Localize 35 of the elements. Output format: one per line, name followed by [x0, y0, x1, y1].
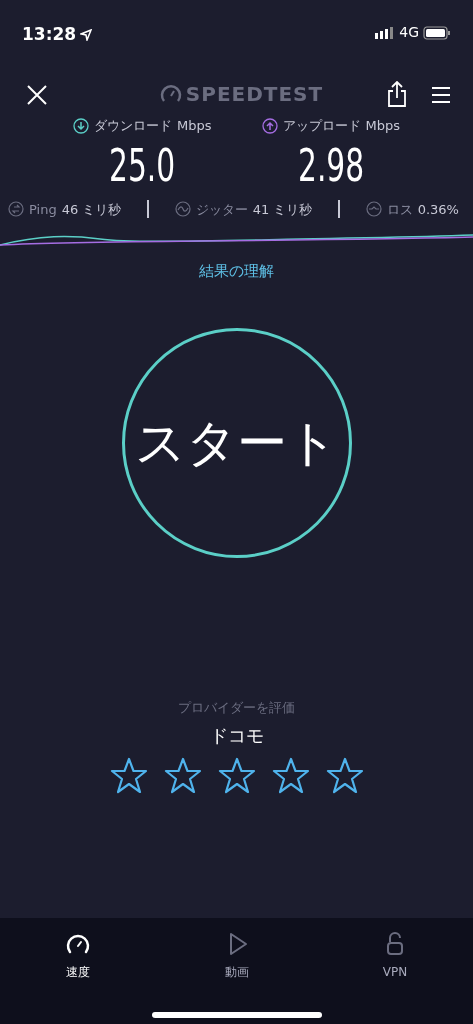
loss-value: 0.36%: [417, 200, 459, 219]
location-arrow-icon: [80, 28, 93, 41]
share-button[interactable]: [387, 81, 407, 107]
network-label: 4G: [399, 23, 419, 42]
upload-unit: Mbps: [365, 117, 400, 135]
tab-button[interactable]: 動画: [186, 930, 287, 982]
signal-icon: [375, 26, 396, 39]
tab-button[interactable]: 速度: [28, 930, 128, 982]
jitter-icon: [174, 201, 191, 218]
star-button[interactable]: [217, 756, 256, 795]
download-label: ダウンロード: [94, 117, 172, 135]
tab-button[interactable]: VPN: [345, 930, 445, 982]
download-unit: Mbps: [177, 117, 212, 135]
star-button[interactable]: [271, 756, 310, 795]
loss-icon: [365, 201, 382, 218]
upload-label: アップロード: [282, 117, 361, 135]
battery-icon: [423, 25, 451, 40]
jitter-label: ジッター: [195, 200, 248, 219]
clock-time: 13:28: [22, 23, 77, 46]
close-button[interactable]: [26, 82, 48, 106]
provider-name: ドコモ: [209, 723, 264, 748]
star-button[interactable]: [109, 756, 148, 795]
results-link[interactable]: 結果の理解: [199, 262, 274, 280]
download-speed: 25.0: [109, 143, 176, 188]
ping-value: 46 ミリ秒: [61, 200, 122, 219]
ping-label: Ping: [29, 200, 57, 219]
star-button[interactable]: [163, 756, 202, 795]
start-button[interactable]: スタート: [121, 328, 352, 558]
loss-label: ロス: [386, 200, 413, 219]
ping-icon: [8, 201, 24, 218]
app-logo: SPEEDTEST: [185, 81, 324, 108]
star-button[interactable]: [325, 756, 364, 795]
upload-speed: 2.98: [297, 143, 364, 188]
rating-prompt: プロバイダーを評価: [178, 699, 295, 717]
jitter-value: 41 ミリ秒: [252, 200, 313, 219]
